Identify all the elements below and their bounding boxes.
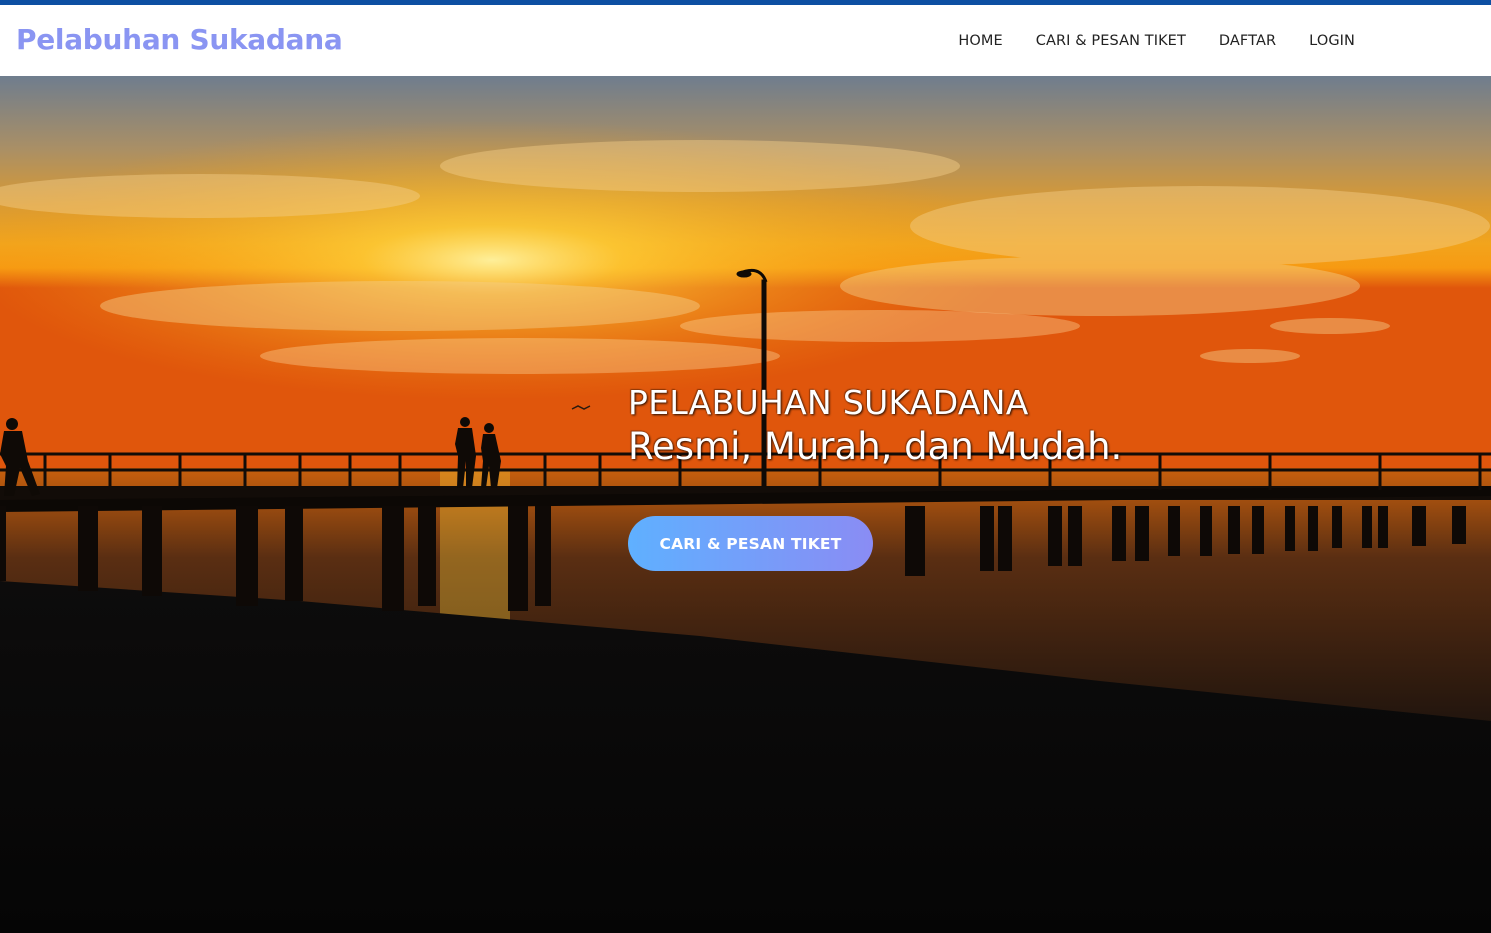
hero-title: PELABUHAN SUKADANA [628,383,1029,422]
cari-pesan-tiket-button[interactable]: CARI & PESAN TIKET [628,516,873,571]
brand-logo-text[interactable]: Pelabuhan Sukadana [16,22,343,58]
hero-background-image [0,76,1491,933]
navbar: Pelabuhan Sukadana HOME CARI & PESAN TIK… [0,5,1491,76]
hero-text-block: PELABUHAN SUKADANA Resmi, Murah, dan Mud… [628,382,1122,470]
nav-menu: HOME CARI & PESAN TIKET DAFTAR LOGIN [958,5,1355,76]
nav-item-login[interactable]: LOGIN [1309,33,1355,49]
nav-item-cari-pesan-tiket[interactable]: CARI & PESAN TIKET [1036,33,1186,49]
nav-item-daftar[interactable]: DAFTAR [1219,33,1276,49]
hero-section: PELABUHAN SUKADANA Resmi, Murah, dan Mud… [0,76,1491,933]
hero-subtitle: Resmi, Murah, dan Mudah. [628,425,1123,468]
nav-item-home[interactable]: HOME [958,33,1002,49]
